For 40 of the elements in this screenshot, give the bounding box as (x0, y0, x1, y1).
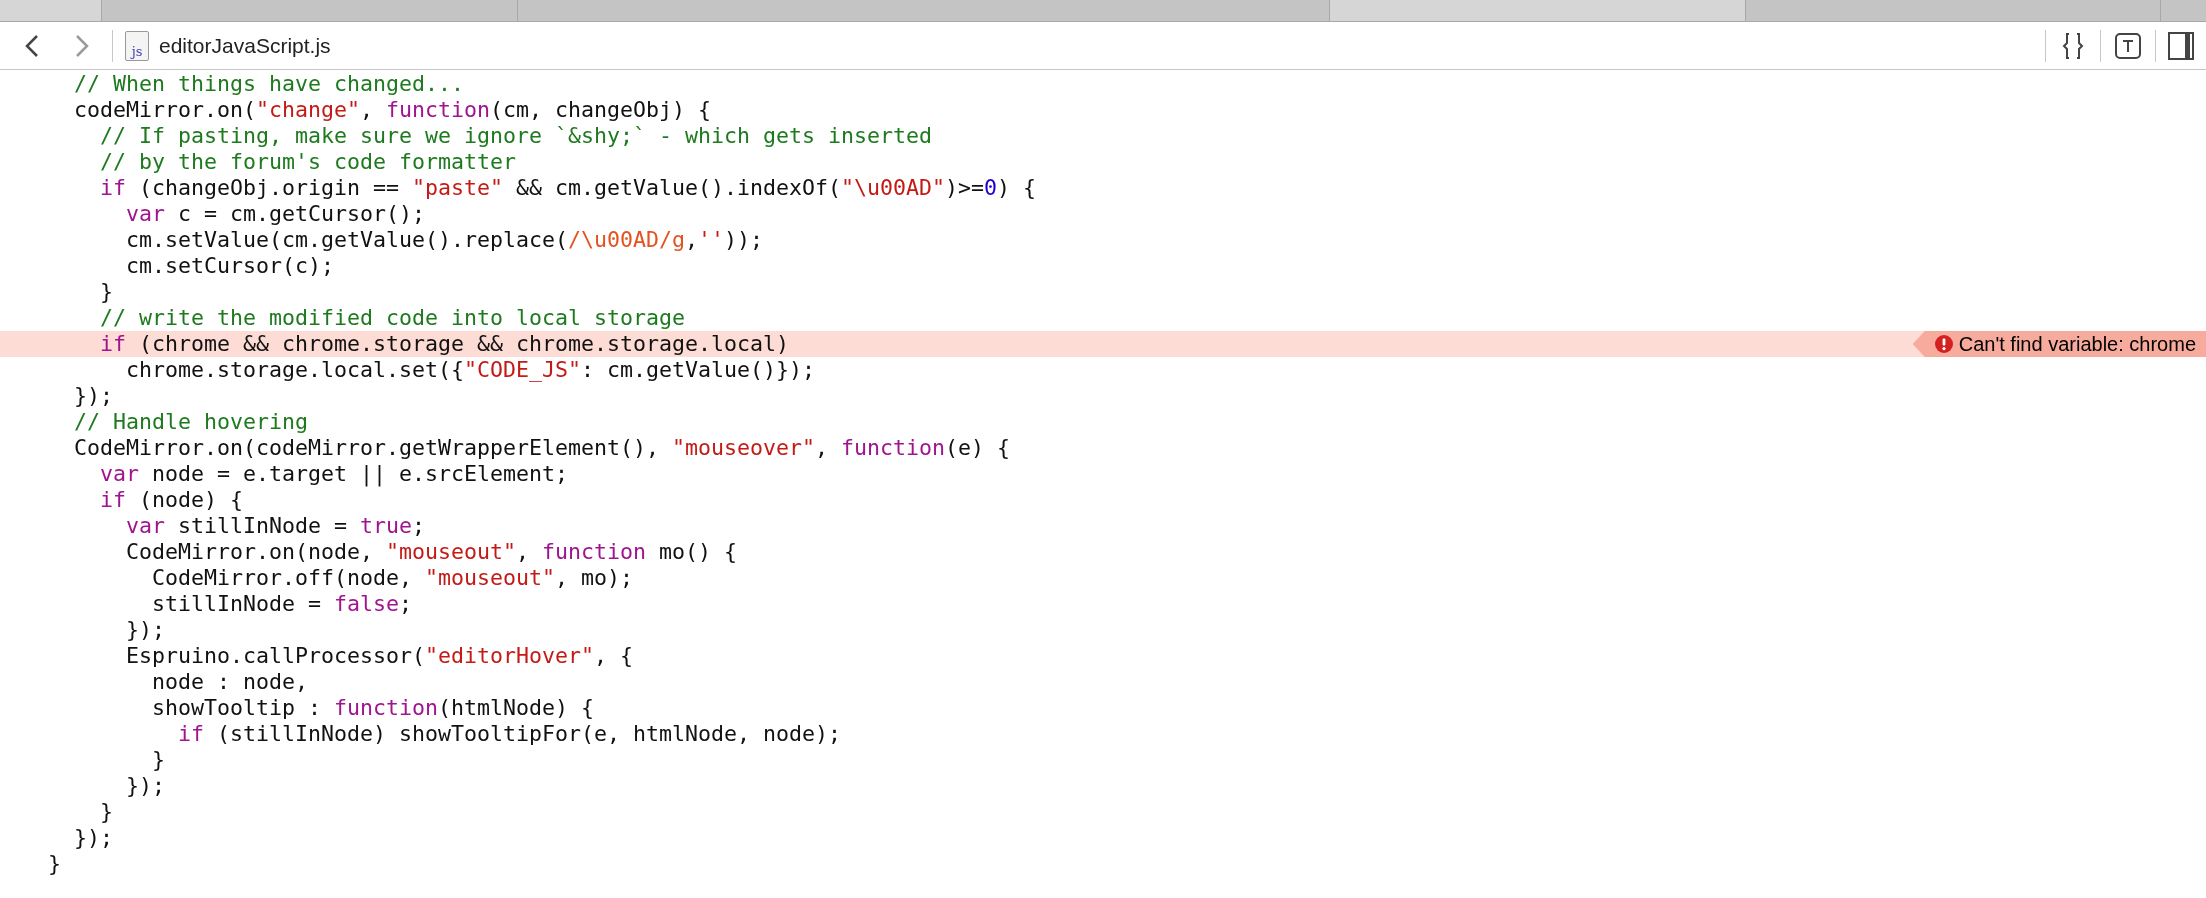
code-line: // When things have changed... (73, 71, 465, 97)
code-line: } (99, 799, 113, 825)
code-line: }); (73, 825, 113, 851)
code-line: var node = e.target || e.srcElement; (99, 461, 569, 487)
code-line: }); (73, 383, 113, 409)
code-line: showTooltip : function(htmlNode) { (151, 695, 595, 721)
code-line: CodeMirror.on(node, "mouseout", function mo() { (125, 539, 738, 565)
letter-box-icon (2115, 32, 2141, 59)
code-line: Espruino.callProcessor("editorHover", { (125, 643, 634, 669)
code-line: } (48, 851, 61, 877)
code-line: codeMirror.on("change", function(cm, changeObj) { (73, 97, 712, 123)
code-line: CodeMirror.off(node, "mouseout", mo); (151, 565, 634, 591)
code-line: chrome.storage.local.set({"CODE_JS": cm.getValue()}); (125, 357, 816, 383)
code-line: if (node) { (99, 487, 244, 513)
code-line: } (99, 279, 113, 305)
code-line: } (151, 747, 165, 773)
code-line: }); (125, 773, 165, 799)
code-line: // by the forum's code formatter (99, 149, 517, 175)
code-line: if (chrome && chrome.storage && chrome.storage.local) (99, 331, 790, 357)
code-line: cm.setCursor(c); (125, 253, 334, 279)
code-line: node : node, (151, 669, 308, 695)
chevron-right-icon (75, 33, 89, 58)
code-line: CodeMirror.on(codeMirror.getWrapperElement(), "mouseover", function(e) { (73, 435, 1011, 461)
code-line: stillInNode = false; (151, 591, 413, 617)
code-line: // write the modified code into local storage (99, 305, 686, 331)
error-icon (1934, 335, 1953, 353)
code-line: var stillInNode = true; (125, 513, 426, 539)
curly-braces-icon (2061, 31, 2085, 60)
code-line: }); (125, 617, 165, 643)
file-icon: js (125, 30, 149, 61)
code-line: var c = cm.getCursor(); (125, 201, 426, 227)
code-line: if (stillInNode) showTooltipFor(e, htmlNode, node); (177, 721, 842, 747)
error-message: Can't find variable: chrome (1958, 332, 2196, 357)
code-line: cm.setValue(cm.getValue().replace(/\u00AD/g,'')); (125, 227, 764, 253)
sidebar-icon (2168, 31, 2194, 60)
chevron-left-icon (25, 33, 39, 58)
code-line: // Handle hovering (73, 409, 308, 435)
code-line: if (changeObj.origin == "paste" && cm.getValue().indexOf("\u00AD")>=0) { (99, 175, 1037, 201)
code-line: // If pasting, make sure we ignore `&shy;` - which gets inserted (99, 123, 933, 149)
file-name: editorJavaScript.js (159, 32, 331, 59)
